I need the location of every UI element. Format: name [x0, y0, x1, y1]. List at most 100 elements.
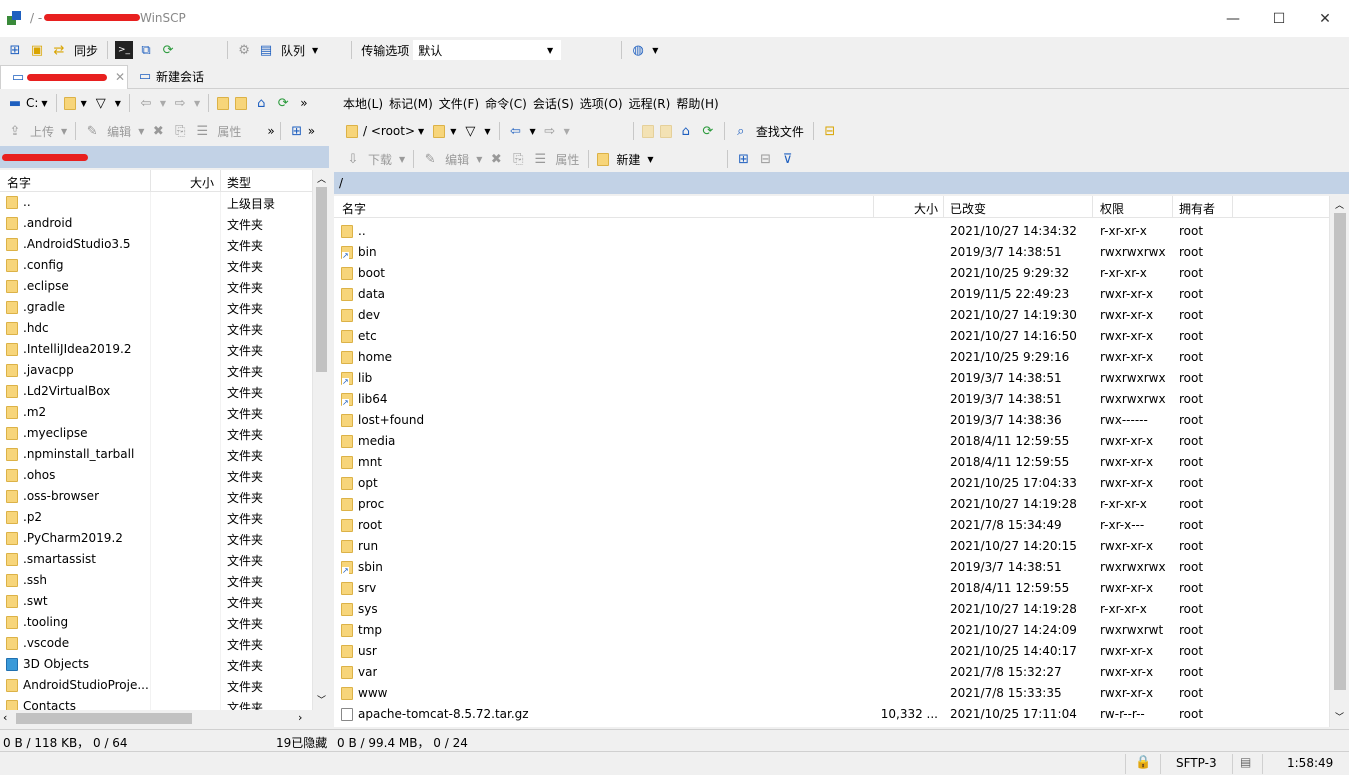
table-row[interactable]: .. 上级目录	[0, 192, 312, 213]
open-folder-icon[interactable]	[63, 96, 76, 110]
menu-item-6[interactable]: 远程(R)	[629, 95, 671, 112]
table-row[interactable]: .PyCharm2019.2 文件夹	[0, 528, 312, 549]
table-row[interactable]: .m2 文件夹	[0, 402, 312, 423]
chevron-down-icon[interactable]: ▼	[476, 155, 482, 164]
chevron-down-icon[interactable]: ▼	[484, 127, 490, 136]
queue-button[interactable]: 队列	[281, 42, 305, 59]
table-row[interactable]: tmp 2021/10/27 14:24:09 rwxrwxrwt root	[334, 620, 1329, 641]
menu-item-4[interactable]: 会话(S)	[533, 95, 574, 112]
table-row[interactable]: run 2021/10/27 14:20:15 rwxr-xr-x root	[334, 536, 1329, 557]
parent-dir-icon[interactable]	[217, 96, 230, 110]
table-row[interactable]: dev 2021/10/27 14:19:30 rwxr-xr-x root	[334, 305, 1329, 326]
edit-icon[interactable]: ✎	[421, 150, 439, 168]
local-file-list[interactable]: 名字 ⌃ 大小 类型 .. 上级目录 .android 文件夹 .AndroidStud…	[0, 170, 329, 710]
close-button[interactable]: ✕	[1302, 0, 1348, 37]
tab-session[interactable]: ▭ ✕	[0, 64, 128, 89]
upload-button[interactable]: 上传	[30, 123, 54, 140]
table-row[interactable]: mnt 2018/4/11 12:59:55 rwxr-xr-x root	[334, 452, 1329, 473]
column-owner[interactable]: 拥有者	[1179, 200, 1215, 217]
table-row[interactable]: 3D Objects 文件夹	[0, 654, 312, 675]
delete-icon[interactable]: ✖	[149, 122, 167, 140]
column-divider[interactable]	[220, 170, 221, 192]
column-size[interactable]: 大小	[914, 200, 938, 217]
table-row[interactable]: lib64 2019/3/7 14:38:51 rwxrwxrwx root	[334, 389, 1329, 410]
home-icon[interactable]: ⌂	[677, 122, 695, 140]
scroll-thumb[interactable]	[316, 187, 327, 372]
properties-icon[interactable]: ☰	[193, 122, 211, 140]
table-row[interactable]: .android 文件夹	[0, 213, 312, 234]
expand-icon[interactable]: ⊞	[735, 150, 753, 168]
column-divider[interactable]	[150, 170, 151, 192]
table-row[interactable]: .ohos 文件夹	[0, 465, 312, 486]
table-row[interactable]: bin 2019/3/7 14:38:51 rwxrwxrwx root	[334, 242, 1329, 263]
properties-icon[interactable]: ☰	[531, 150, 549, 168]
rename-icon[interactable]: ⎘	[171, 122, 189, 140]
scroll-thumb[interactable]	[1334, 213, 1346, 690]
edit-icon[interactable]: ✎	[83, 122, 101, 140]
column-divider[interactable]	[943, 196, 944, 218]
table-row[interactable]: lost+found 2019/3/7 14:38:36 rwx------ root	[334, 410, 1329, 431]
menu-item-2[interactable]: 文件(F)	[439, 95, 479, 112]
chevron-down-icon[interactable]: ▼	[160, 99, 166, 108]
chevron-down-icon[interactable]: ▼	[194, 99, 200, 108]
more-icon[interactable]: »	[267, 124, 274, 138]
scroll-up-icon[interactable]: ︿	[317, 172, 326, 185]
table-row[interactable]: .gradle 文件夹	[0, 297, 312, 318]
remote-path-bar[interactable]: /	[334, 172, 1349, 194]
chevron-down-icon[interactable]: ▼	[652, 46, 658, 55]
open-folder-icon[interactable]	[433, 124, 446, 138]
menu-item-1[interactable]: 标记(M)	[389, 95, 433, 112]
chevron-down-icon[interactable]: ▼	[138, 127, 144, 136]
column-divider[interactable]	[1092, 196, 1093, 218]
refresh-icon[interactable]: ⟳	[699, 122, 717, 140]
table-row[interactable]: .Ld2VirtualBox 文件夹	[0, 381, 312, 402]
column-divider[interactable]	[873, 196, 874, 218]
filter-icon[interactable]: ⊽	[779, 150, 797, 168]
synchronize-button[interactable]: 同步	[74, 42, 98, 59]
menu-item-7[interactable]: 帮助(H)	[676, 95, 718, 112]
forward-icon[interactable]: ⇨	[171, 94, 189, 112]
more-icon[interactable]: »	[300, 96, 307, 110]
forward-icon[interactable]: ⇨	[541, 122, 559, 140]
table-row[interactable]: .hdc 文件夹	[0, 318, 312, 339]
new-button[interactable]: 新建	[616, 151, 640, 168]
table-row[interactable]: opt 2021/10/25 17:04:33 rwxr-xr-x root	[334, 473, 1329, 494]
remote-path-select[interactable]: / <root> ▼	[342, 120, 431, 142]
column-divider[interactable]	[1232, 196, 1233, 218]
table-row[interactable]: .javacpp 文件夹	[0, 360, 312, 381]
table-row[interactable]: .. 2021/10/27 14:34:32 r-xr-xr-x root	[334, 221, 1329, 242]
chevron-down-icon[interactable]: ▼	[530, 127, 536, 136]
find-files-icon[interactable]: ⌕	[732, 122, 750, 140]
chevron-down-icon[interactable]: ▼	[312, 46, 318, 55]
column-type[interactable]: 类型	[227, 174, 251, 191]
scroll-down-icon[interactable]: ﹀	[1335, 710, 1344, 723]
table-row[interactable]: media 2018/4/11 12:59:55 rwxr-xr-x root	[334, 431, 1329, 452]
table-row[interactable]: .ssh 文件夹	[0, 570, 312, 591]
filter-icon[interactable]: ▽	[461, 122, 479, 140]
chevron-down-icon[interactable]: ▼	[81, 99, 87, 108]
chevron-down-icon[interactable]: ▼	[450, 127, 456, 136]
globe-icon[interactable]: ◍	[629, 41, 647, 59]
back-icon[interactable]: ⇦	[137, 94, 155, 112]
column-changed[interactable]: 已改变	[950, 200, 986, 217]
table-row[interactable]: .IntelliJIdea2019.2 文件夹	[0, 339, 312, 360]
table-row[interactable]: proc 2021/10/27 14:19:28 r-xr-xr-x root	[334, 494, 1329, 515]
scroll-right-icon[interactable]: ›	[298, 711, 302, 724]
putty-icon[interactable]: ⧉	[137, 41, 155, 59]
table-row[interactable]: .npminstall_tarball 文件夹	[0, 444, 312, 465]
chevron-down-icon[interactable]: ▼	[115, 99, 121, 108]
console-icon[interactable]: >_	[115, 41, 134, 59]
chevron-down-icon[interactable]: ▼	[61, 127, 67, 136]
menu-item-0[interactable]: 本地(L)	[343, 95, 383, 112]
scroll-thumb[interactable]	[16, 713, 192, 724]
table-row[interactable]: root 2021/7/8 15:34:49 r-xr-x--- root	[334, 515, 1329, 536]
table-row[interactable]: lib 2019/3/7 14:38:51 rwxrwxrwx root	[334, 368, 1329, 389]
table-row[interactable]: .swt 文件夹	[0, 591, 312, 612]
tree-icon[interactable]: ⊟	[821, 122, 839, 140]
table-row[interactable]: AndroidStudioProje... 文件夹	[0, 675, 312, 696]
close-tab-icon[interactable]: ✕	[115, 70, 125, 84]
table-row[interactable]: .smartassist 文件夹	[0, 549, 312, 570]
local-horizontal-scrollbar[interactable]: ‹ ›	[0, 710, 312, 727]
local-vertical-scrollbar[interactable]: ︿ ﹀	[312, 170, 329, 710]
table-row[interactable]: sbin 2019/3/7 14:38:51 rwxrwxrwx root	[334, 557, 1329, 578]
